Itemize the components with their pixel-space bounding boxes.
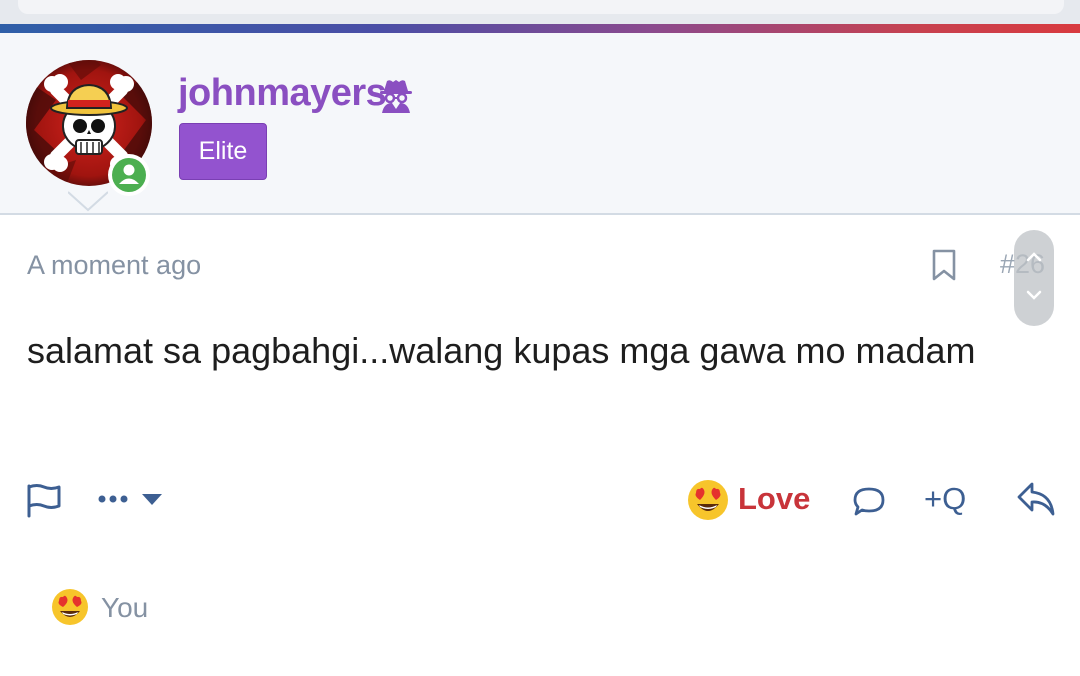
bookmark-icon[interactable] bbox=[930, 248, 958, 282]
user-role-badge[interactable]: Elite bbox=[179, 123, 267, 180]
chevron-down-icon bbox=[1026, 290, 1042, 300]
post-message: salamat sa pagbahgi...walang kupas mga g… bbox=[27, 330, 976, 371]
scroll-arrows bbox=[1026, 252, 1042, 300]
scroll-navigation-pill[interactable] bbox=[1014, 230, 1054, 326]
flag-icon[interactable] bbox=[25, 482, 63, 518]
comment-bubble-icon[interactable] bbox=[851, 485, 887, 517]
reactions-summary-list[interactable]: You bbox=[101, 592, 148, 624]
online-status-badge bbox=[108, 154, 150, 196]
spy-icon bbox=[380, 80, 412, 113]
online-user-icon bbox=[112, 158, 146, 192]
theme-accent-bar bbox=[0, 24, 1080, 33]
forum-post-view: johnmayers Elite A moment ago #26 salama… bbox=[0, 0, 1080, 676]
header-caret bbox=[68, 191, 108, 212]
post-username[interactable]: johnmayers bbox=[178, 72, 387, 115]
heart-eyes-emoji bbox=[49, 586, 91, 628]
reaction-button-label[interactable]: Love bbox=[738, 481, 810, 517]
reply-arrow-icon[interactable] bbox=[1015, 480, 1057, 518]
chevron-up-icon bbox=[1026, 252, 1042, 262]
multi-quote-button[interactable]: +Q bbox=[924, 481, 966, 517]
post-user-header bbox=[0, 33, 1080, 215]
post-timestamp[interactable]: A moment ago bbox=[27, 250, 201, 281]
more-menu-icon[interactable] bbox=[97, 488, 165, 512]
heart-eyes-emoji[interactable] bbox=[686, 478, 730, 522]
previous-post-edge bbox=[0, 0, 1080, 24]
